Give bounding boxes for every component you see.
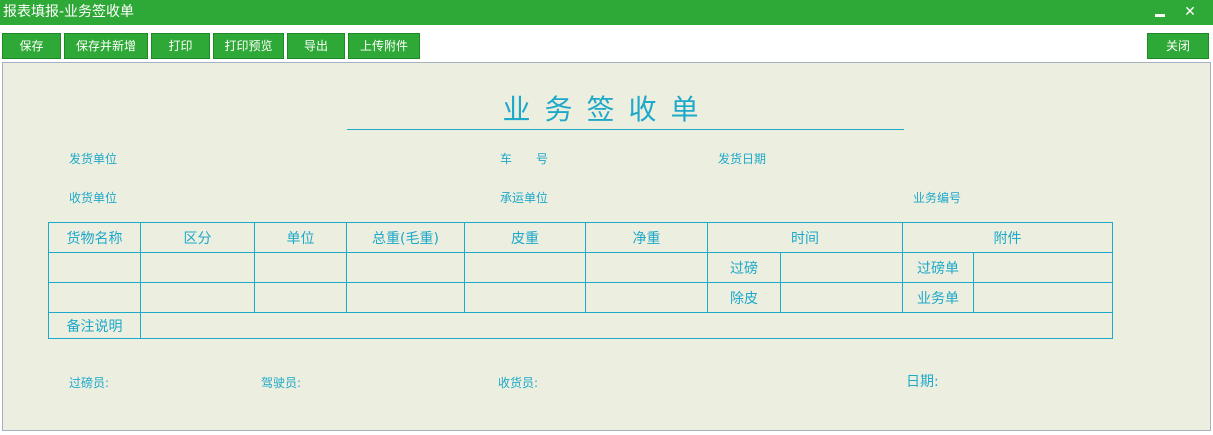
weigher-label: 过磅员: [69, 376, 110, 390]
close-button[interactable]: 关闭 [1147, 33, 1209, 59]
weigh-slip-cell[interactable] [973, 252, 1113, 283]
col-tare-weight: 皮重 [464, 222, 586, 253]
biz-slip-cell[interactable] [973, 282, 1113, 313]
print-preview-button[interactable]: 打印预览 [213, 33, 284, 59]
weigh-time-cell[interactable] [780, 252, 903, 283]
tare-weight-cell[interactable] [464, 252, 586, 283]
col-time: 时间 [707, 222, 903, 253]
close-window-button[interactable]: ✕ [1180, 3, 1200, 21]
carrier-label: 承运单位 [500, 191, 549, 205]
page-title: 业务签收单 [502, 93, 713, 126]
form-paper: 业务签收单 发货单位 车 号 发货日期 收货单位 承运单位 业务编号 货物名称 … [2, 62, 1211, 431]
driver-label: 驾驶员: [261, 376, 302, 390]
weigh-slip-label: 过磅单 [902, 252, 974, 283]
weigh-time-label: 过磅 [707, 252, 781, 283]
shipper-label: 发货单位 [69, 152, 118, 166]
table-header-row: 货物名称 区分 单位 总重(毛重) 皮重 净重 时间 附件 [48, 222, 1113, 253]
minimize-icon [1155, 13, 1165, 17]
zone-cell[interactable] [140, 252, 255, 283]
gross-weight-cell[interactable] [346, 252, 465, 283]
goods-table: 货物名称 区分 单位 总重(毛重) 皮重 净重 时间 附件 过磅 过磅单 除皮 … [48, 222, 1113, 339]
goods-name-cell[interactable] [48, 282, 141, 313]
net-weight-cell[interactable] [585, 252, 708, 283]
remark-cell[interactable] [140, 312, 1113, 339]
export-button[interactable]: 导出 [287, 33, 345, 59]
col-zone: 区分 [140, 222, 255, 253]
toolbar: 保存 保存并新增 打印 打印预览 导出 上传附件 关闭 [0, 25, 1213, 62]
unit-cell[interactable] [254, 282, 347, 313]
consignee-label: 收货员: [498, 376, 539, 390]
table-row: 过磅 过磅单 [48, 252, 1113, 283]
col-unit: 单位 [254, 222, 347, 253]
tare-time-label: 除皮 [707, 282, 781, 313]
biz-no-label: 业务编号 [913, 191, 962, 205]
col-net-weight: 净重 [585, 222, 708, 253]
net-weight-cell[interactable] [585, 282, 708, 313]
print-button[interactable]: 打印 [151, 33, 210, 59]
col-gross-weight: 总重(毛重) [346, 222, 465, 253]
gross-weight-cell[interactable] [346, 282, 465, 313]
receiver-label: 收货单位 [69, 191, 118, 205]
save-and-new-button[interactable]: 保存并新增 [64, 33, 148, 59]
tare-weight-cell[interactable] [464, 282, 586, 313]
window-title: 报表填报-业务签收单 [3, 4, 135, 20]
biz-slip-label: 业务单 [902, 282, 974, 313]
tare-time-cell[interactable] [780, 282, 903, 313]
unit-cell[interactable] [254, 252, 347, 283]
remark-row: 备注说明 [48, 312, 1113, 339]
zone-cell[interactable] [140, 282, 255, 313]
goods-name-cell[interactable] [48, 252, 141, 283]
save-button[interactable]: 保存 [2, 33, 61, 59]
col-attachment: 附件 [902, 222, 1113, 253]
upload-attachment-button[interactable]: 上传附件 [348, 33, 420, 59]
title-bar: 报表填报-业务签收单 ✕ [0, 0, 1213, 25]
remark-label: 备注说明 [48, 312, 141, 339]
table-row: 除皮 业务单 [48, 282, 1113, 313]
close-icon: ✕ [1184, 4, 1196, 20]
col-goods-name: 货物名称 [48, 222, 141, 253]
minimize-button[interactable] [1150, 3, 1170, 21]
date-label: 日期: [906, 374, 939, 390]
ship-date-label: 发货日期 [718, 152, 767, 166]
car-no-label: 车 号 [500, 152, 549, 166]
title-underline [347, 129, 904, 130]
